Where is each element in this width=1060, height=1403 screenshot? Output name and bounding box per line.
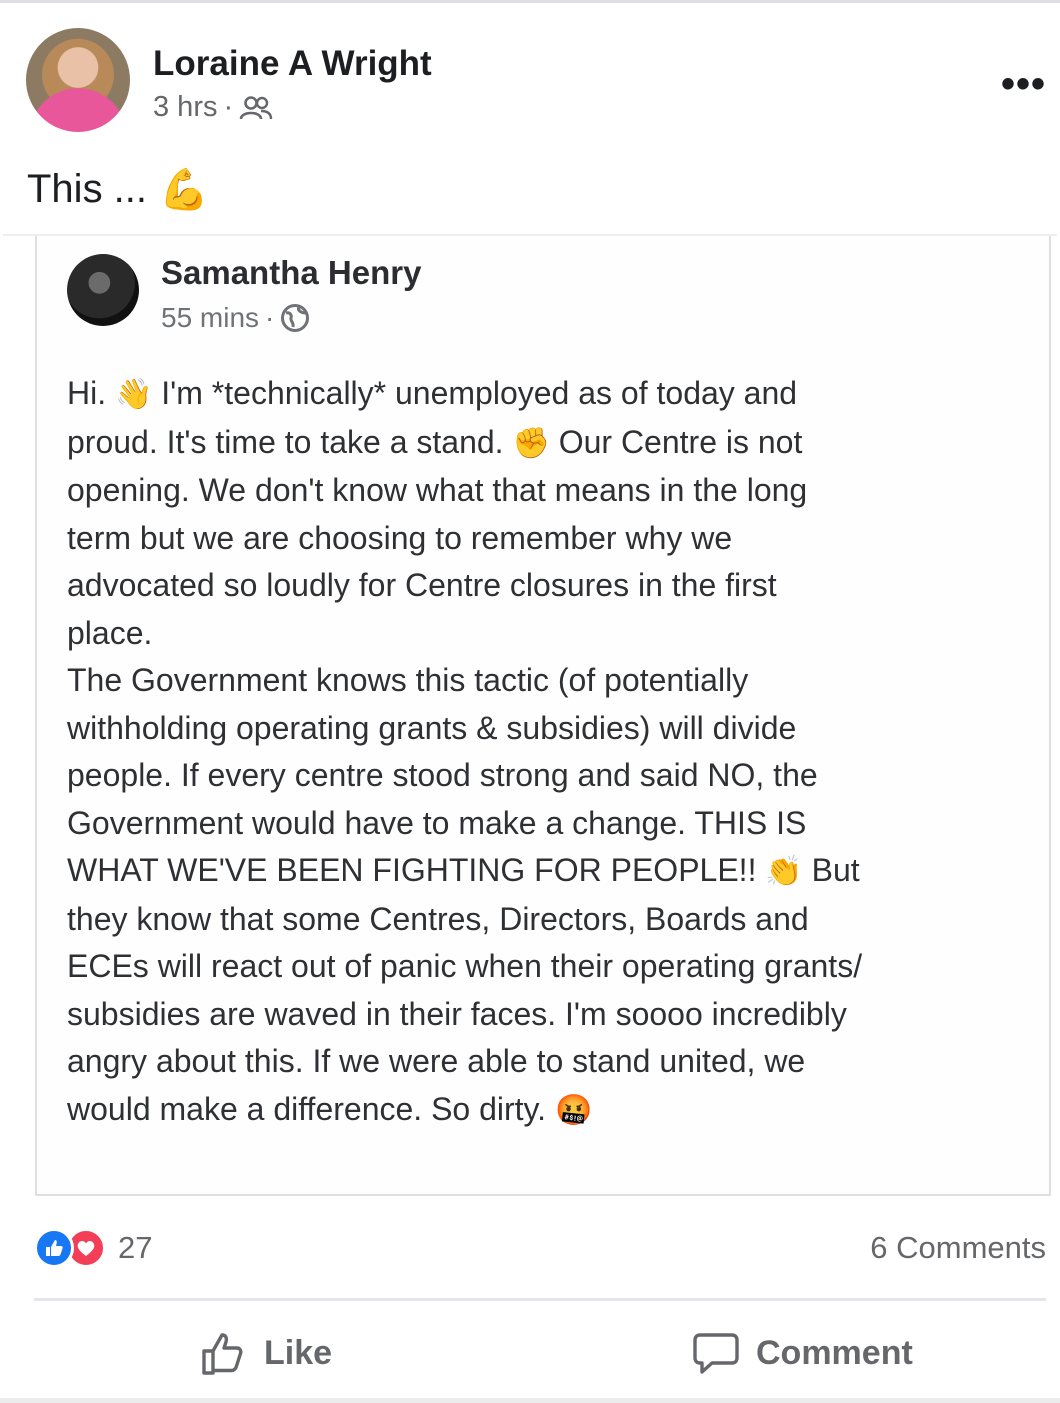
shared-image[interactable]: Samantha Henry 55 mins · Hi. 👋 I'm *tech… <box>3 234 1057 1202</box>
shared-body-line: proud. It's time to take a stand. ✊ Our … <box>67 419 1027 468</box>
shared-body-line: WHAT WE'VE BEEN FIGHTING FOR PEOPLE!! 👏 … <box>67 847 1027 896</box>
reactions-summary[interactable]: 27 <box>34 1228 152 1268</box>
shared-body-text: But <box>802 852 860 888</box>
shared-body-text: opening. We don't know what that means i… <box>67 472 808 508</box>
shared-body-line: subsidies are waved in their faces. I'm … <box>67 991 1027 1039</box>
comment-button[interactable]: Comment <box>692 1318 913 1388</box>
comments-count[interactable]: 6 Comments <box>870 1230 1046 1266</box>
comment-label: Comment <box>756 1333 913 1372</box>
shared-body-line: they know that some Centres, Directors, … <box>67 896 1027 944</box>
shared-post-body: Hi. 👋 I'm *technically* unemployed as of… <box>67 370 1027 1134</box>
shared-post-time: 55 mins <box>161 302 260 333</box>
post-header: Loraine A Wright 3 hrs · ••• <box>26 28 1046 134</box>
shared-post-card: Samantha Henry 55 mins · Hi. 👋 I'm *tech… <box>35 236 1051 1196</box>
more-options-icon[interactable]: ••• <box>1001 62 1046 107</box>
friends-audience-icon[interactable] <box>239 95 273 121</box>
meta-separator: · <box>223 91 234 123</box>
shared-body-line: The Government knows this tactic (of pot… <box>67 657 1027 705</box>
shared-body-text: I'm *technically* unemployed as of today… <box>152 375 798 411</box>
flexed-biceps-icon: 💪 <box>159 167 209 213</box>
shared-body-line: Government would have to make a change. … <box>67 800 1027 848</box>
shared-body-line: Hi. 👋 I'm *technically* unemployed as of… <box>67 370 1027 419</box>
shared-body-line: advocated so loudly for Centre closures … <box>67 562 1027 610</box>
angry-face-icon: 🤬 <box>554 1092 593 1128</box>
shared-body-line: would make a difference. So dirty. 🤬 <box>67 1086 1027 1135</box>
shared-body-text: Our Centre is not <box>549 423 803 460</box>
author-name[interactable]: Loraine A Wright <box>153 44 432 84</box>
bottom-divider <box>0 1398 1060 1403</box>
author-avatar[interactable] <box>26 28 130 132</box>
top-divider <box>0 0 1060 3</box>
action-bar: Like Comment <box>0 1318 1060 1388</box>
shared-meta-separator: · <box>265 302 275 333</box>
actions-divider <box>34 1298 1046 1301</box>
reaction-count: 27 <box>118 1230 153 1265</box>
like-button[interactable]: Like <box>200 1318 332 1388</box>
shared-body-text: people. If every centre stood strong and… <box>67 757 818 793</box>
like-label: Like <box>264 1333 333 1372</box>
shared-body-text: advocated so loudly for Centre closures … <box>67 567 777 603</box>
shared-body-text: Hi. <box>67 375 115 411</box>
shared-body-text: place. <box>67 614 153 651</box>
shared-body-line: opening. We don't know what that means i… <box>67 467 1027 515</box>
shared-body-text: withholding operating grants & subsidies… <box>67 709 797 746</box>
shared-author-avatar <box>67 254 139 326</box>
shared-body-line: place. <box>67 610 1027 658</box>
shared-body-line: withholding operating grants & subsidies… <box>67 705 1027 753</box>
globe-public-icon <box>281 304 310 332</box>
speech-bubble-icon <box>693 1333 739 1374</box>
shared-body-text: ECEs will react out of panic when their … <box>67 948 863 984</box>
raised-fist-icon: ✊ <box>512 425 550 461</box>
shared-body-text: they know that some Centres, Directors, … <box>67 900 809 937</box>
shared-body-line: people. If every centre stood strong and… <box>67 752 1027 800</box>
shared-body-text: proud. It's time to take a stand. <box>67 423 513 460</box>
like-reaction-icon <box>34 1228 74 1268</box>
post-meta: 3 hrs · <box>153 91 273 124</box>
shared-body-text: WHAT WE'VE BEEN FIGHTING FOR PEOPLE!! <box>67 852 766 888</box>
shared-body-text: angry about this. If we were able to sta… <box>67 1043 806 1079</box>
post-caption: This ... 💪 <box>27 166 209 213</box>
shared-body-line: angry about this. If we were able to sta… <box>67 1038 1027 1086</box>
shared-body-text: Government would have to make a change. … <box>67 804 807 841</box>
post-time[interactable]: 3 hrs <box>153 91 217 124</box>
caption-text: This ... <box>27 167 148 211</box>
shared-post-meta: 55 mins · <box>161 302 310 334</box>
waving-hand-icon: 👋 <box>115 377 153 412</box>
thumbs-up-icon <box>202 1333 243 1375</box>
shared-body-text: term but we are choosing to remember why… <box>67 519 733 556</box>
shared-body-line: term but we are choosing to remember why… <box>67 515 1027 563</box>
shared-body-text: The Government knows this tactic (of pot… <box>67 662 749 698</box>
shared-author-name: Samantha Henry <box>161 254 422 291</box>
shared-body-text: would make a difference. So dirty. <box>67 1090 555 1127</box>
clapping-hands-icon: 👏 <box>765 854 803 889</box>
shared-body-text: subsidies are waved in their faces. I'm … <box>67 995 847 1032</box>
shared-body-line: ECEs will react out of panic when their … <box>67 943 1027 991</box>
